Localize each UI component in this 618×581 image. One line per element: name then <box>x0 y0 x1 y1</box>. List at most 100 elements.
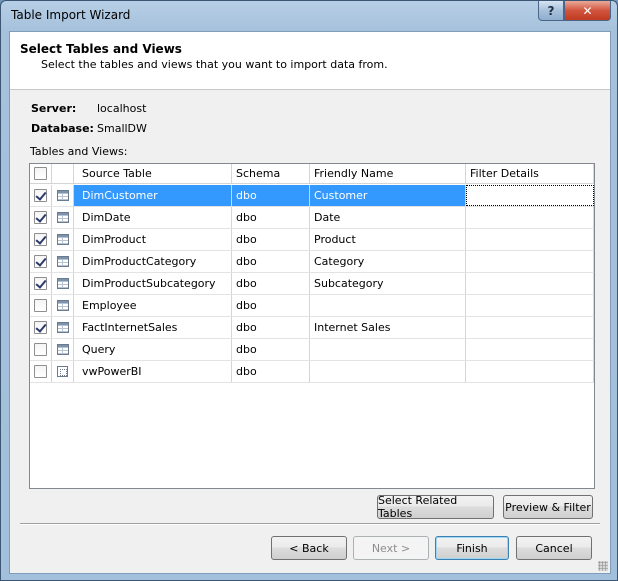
schema-cell: dbo <box>232 229 310 250</box>
window-title: Table Import Wizard <box>11 8 131 22</box>
filter-details-cell[interactable] <box>466 295 594 316</box>
row-icon-cell <box>52 229 74 250</box>
friendly-name-cell[interactable] <box>310 361 466 382</box>
source-table-cell[interactable]: DimProductCategory <box>74 251 232 272</box>
row-icon-cell <box>52 317 74 338</box>
title-bar[interactable]: Table Import Wizard ? ✕ <box>1 1 617 31</box>
tables-grid[interactable]: Source Table Schema Friendly Name Filter… <box>29 163 595 489</box>
table-icon <box>56 212 69 223</box>
table-row[interactable]: DimProduct dbo Product <box>30 229 594 251</box>
select-all-cell[interactable] <box>30 164 52 183</box>
source-table-cell[interactable]: DimDate <box>74 207 232 228</box>
next-button[interactable]: Next > <box>353 536 429 560</box>
source-table-cell[interactable]: Employee <box>74 295 232 316</box>
page-subtitle: Select the tables and views that you wan… <box>41 58 388 71</box>
page-title: Select Tables and Views <box>20 42 182 56</box>
row-checkbox-cell[interactable] <box>30 339 52 360</box>
row-icon-cell <box>52 251 74 272</box>
database-label: Database: <box>31 122 94 135</box>
table-row[interactable]: DimProductCategory dbo Category <box>30 251 594 273</box>
preview-filter-button[interactable]: Preview & Filter <box>503 495 593 519</box>
filter-details-cell[interactable] <box>466 339 594 360</box>
preview-filter-label: Preview & Filter <box>505 500 591 514</box>
table-icon <box>56 344 69 355</box>
row-icon-cell <box>52 273 74 294</box>
row-checkbox[interactable] <box>34 343 47 356</box>
row-checkbox[interactable] <box>34 255 47 268</box>
table-icon <box>56 256 69 267</box>
close-button[interactable]: ✕ <box>564 1 611 21</box>
table-row[interactable]: FactInternetSales dbo Internet Sales <box>30 317 594 339</box>
friendly-name-cell[interactable] <box>310 295 466 316</box>
friendly-name-cell[interactable]: Customer <box>310 185 466 206</box>
row-checkbox-cell[interactable] <box>30 273 52 294</box>
filter-details-cell[interactable] <box>466 207 594 228</box>
select-all-checkbox[interactable] <box>34 167 47 180</box>
resize-grip[interactable] <box>598 561 608 571</box>
row-checkbox[interactable] <box>34 277 47 290</box>
row-checkbox[interactable] <box>34 211 47 224</box>
wizard-client-area: Select Tables and Views Select the table… <box>9 31 611 574</box>
friendly-name-cell[interactable]: Date <box>310 207 466 228</box>
schema-cell: dbo <box>232 207 310 228</box>
source-table-cell[interactable]: vwPowerBI <box>74 361 232 382</box>
table-row[interactable]: Employee dbo <box>30 295 594 317</box>
source-table-cell[interactable]: Query <box>74 339 232 360</box>
close-icon: ✕ <box>582 3 593 18</box>
table-icon <box>56 300 69 311</box>
filter-details-cell[interactable] <box>466 273 594 294</box>
row-checkbox[interactable] <box>34 189 47 202</box>
row-icon-cell <box>52 185 74 206</box>
next-label: Next > <box>371 541 411 555</box>
table-row[interactable]: DimDate dbo Date <box>30 207 594 229</box>
row-checkbox[interactable] <box>34 365 47 378</box>
back-button[interactable]: < Back <box>271 536 347 560</box>
source-table-cell[interactable]: DimProductSubcategory <box>74 273 232 294</box>
schema-cell: dbo <box>232 251 310 272</box>
database-value: SmallDW <box>97 122 147 135</box>
friendly-name-cell[interactable]: Category <box>310 251 466 272</box>
column-header-friendly-name[interactable]: Friendly Name <box>310 164 466 183</box>
row-checkbox-cell[interactable] <box>30 207 52 228</box>
table-row[interactable]: vwPowerBI dbo <box>30 361 594 383</box>
schema-cell: dbo <box>232 361 310 382</box>
table-row[interactable]: Query dbo <box>30 339 594 361</box>
table-icon <box>56 190 69 201</box>
friendly-name-cell[interactable]: Internet Sales <box>310 317 466 338</box>
friendly-name-cell[interactable]: Product <box>310 229 466 250</box>
row-checkbox-cell[interactable] <box>30 251 52 272</box>
column-header-filter-details[interactable]: Filter Details <box>466 164 594 183</box>
column-header-source-table[interactable]: Source Table <box>74 164 232 183</box>
wizard-window: Table Import Wizard ? ✕ Select Tables an… <box>0 0 618 581</box>
table-row[interactable]: DimProductSubcategory dbo Subcategory <box>30 273 594 295</box>
row-checkbox-cell[interactable] <box>30 295 52 316</box>
column-header-schema[interactable]: Schema <box>232 164 310 183</box>
source-table-cell[interactable]: DimCustomer <box>74 185 232 206</box>
row-checkbox[interactable] <box>34 233 47 246</box>
row-checkbox-cell[interactable] <box>30 317 52 338</box>
schema-cell: dbo <box>232 295 310 316</box>
friendly-name-cell[interactable]: Subcategory <box>310 273 466 294</box>
table-row[interactable]: DimCustomer dbo Customer <box>30 185 594 207</box>
row-checkbox-cell[interactable] <box>30 185 52 206</box>
filter-details-cell[interactable] <box>466 229 594 250</box>
cancel-button[interactable]: Cancel <box>516 536 592 560</box>
filter-details-cell[interactable] <box>466 185 594 206</box>
view-icon <box>57 366 68 377</box>
source-table-cell[interactable]: DimProduct <box>74 229 232 250</box>
friendly-name-cell[interactable] <box>310 339 466 360</box>
row-checkbox-cell[interactable] <box>30 361 52 382</box>
row-icon-cell <box>52 295 74 316</box>
source-table-cell[interactable]: FactInternetSales <box>74 317 232 338</box>
row-checkbox-cell[interactable] <box>30 229 52 250</box>
table-icon <box>56 322 69 333</box>
filter-details-cell[interactable] <box>466 361 594 382</box>
row-checkbox[interactable] <box>34 321 47 334</box>
finish-button[interactable]: Finish <box>435 536 509 560</box>
row-icon-cell <box>52 361 74 382</box>
filter-details-cell[interactable] <box>466 317 594 338</box>
help-button[interactable]: ? <box>538 1 564 21</box>
select-related-tables-button[interactable]: Select Related Tables <box>377 494 494 520</box>
filter-details-cell[interactable] <box>466 251 594 272</box>
row-checkbox[interactable] <box>34 299 47 312</box>
